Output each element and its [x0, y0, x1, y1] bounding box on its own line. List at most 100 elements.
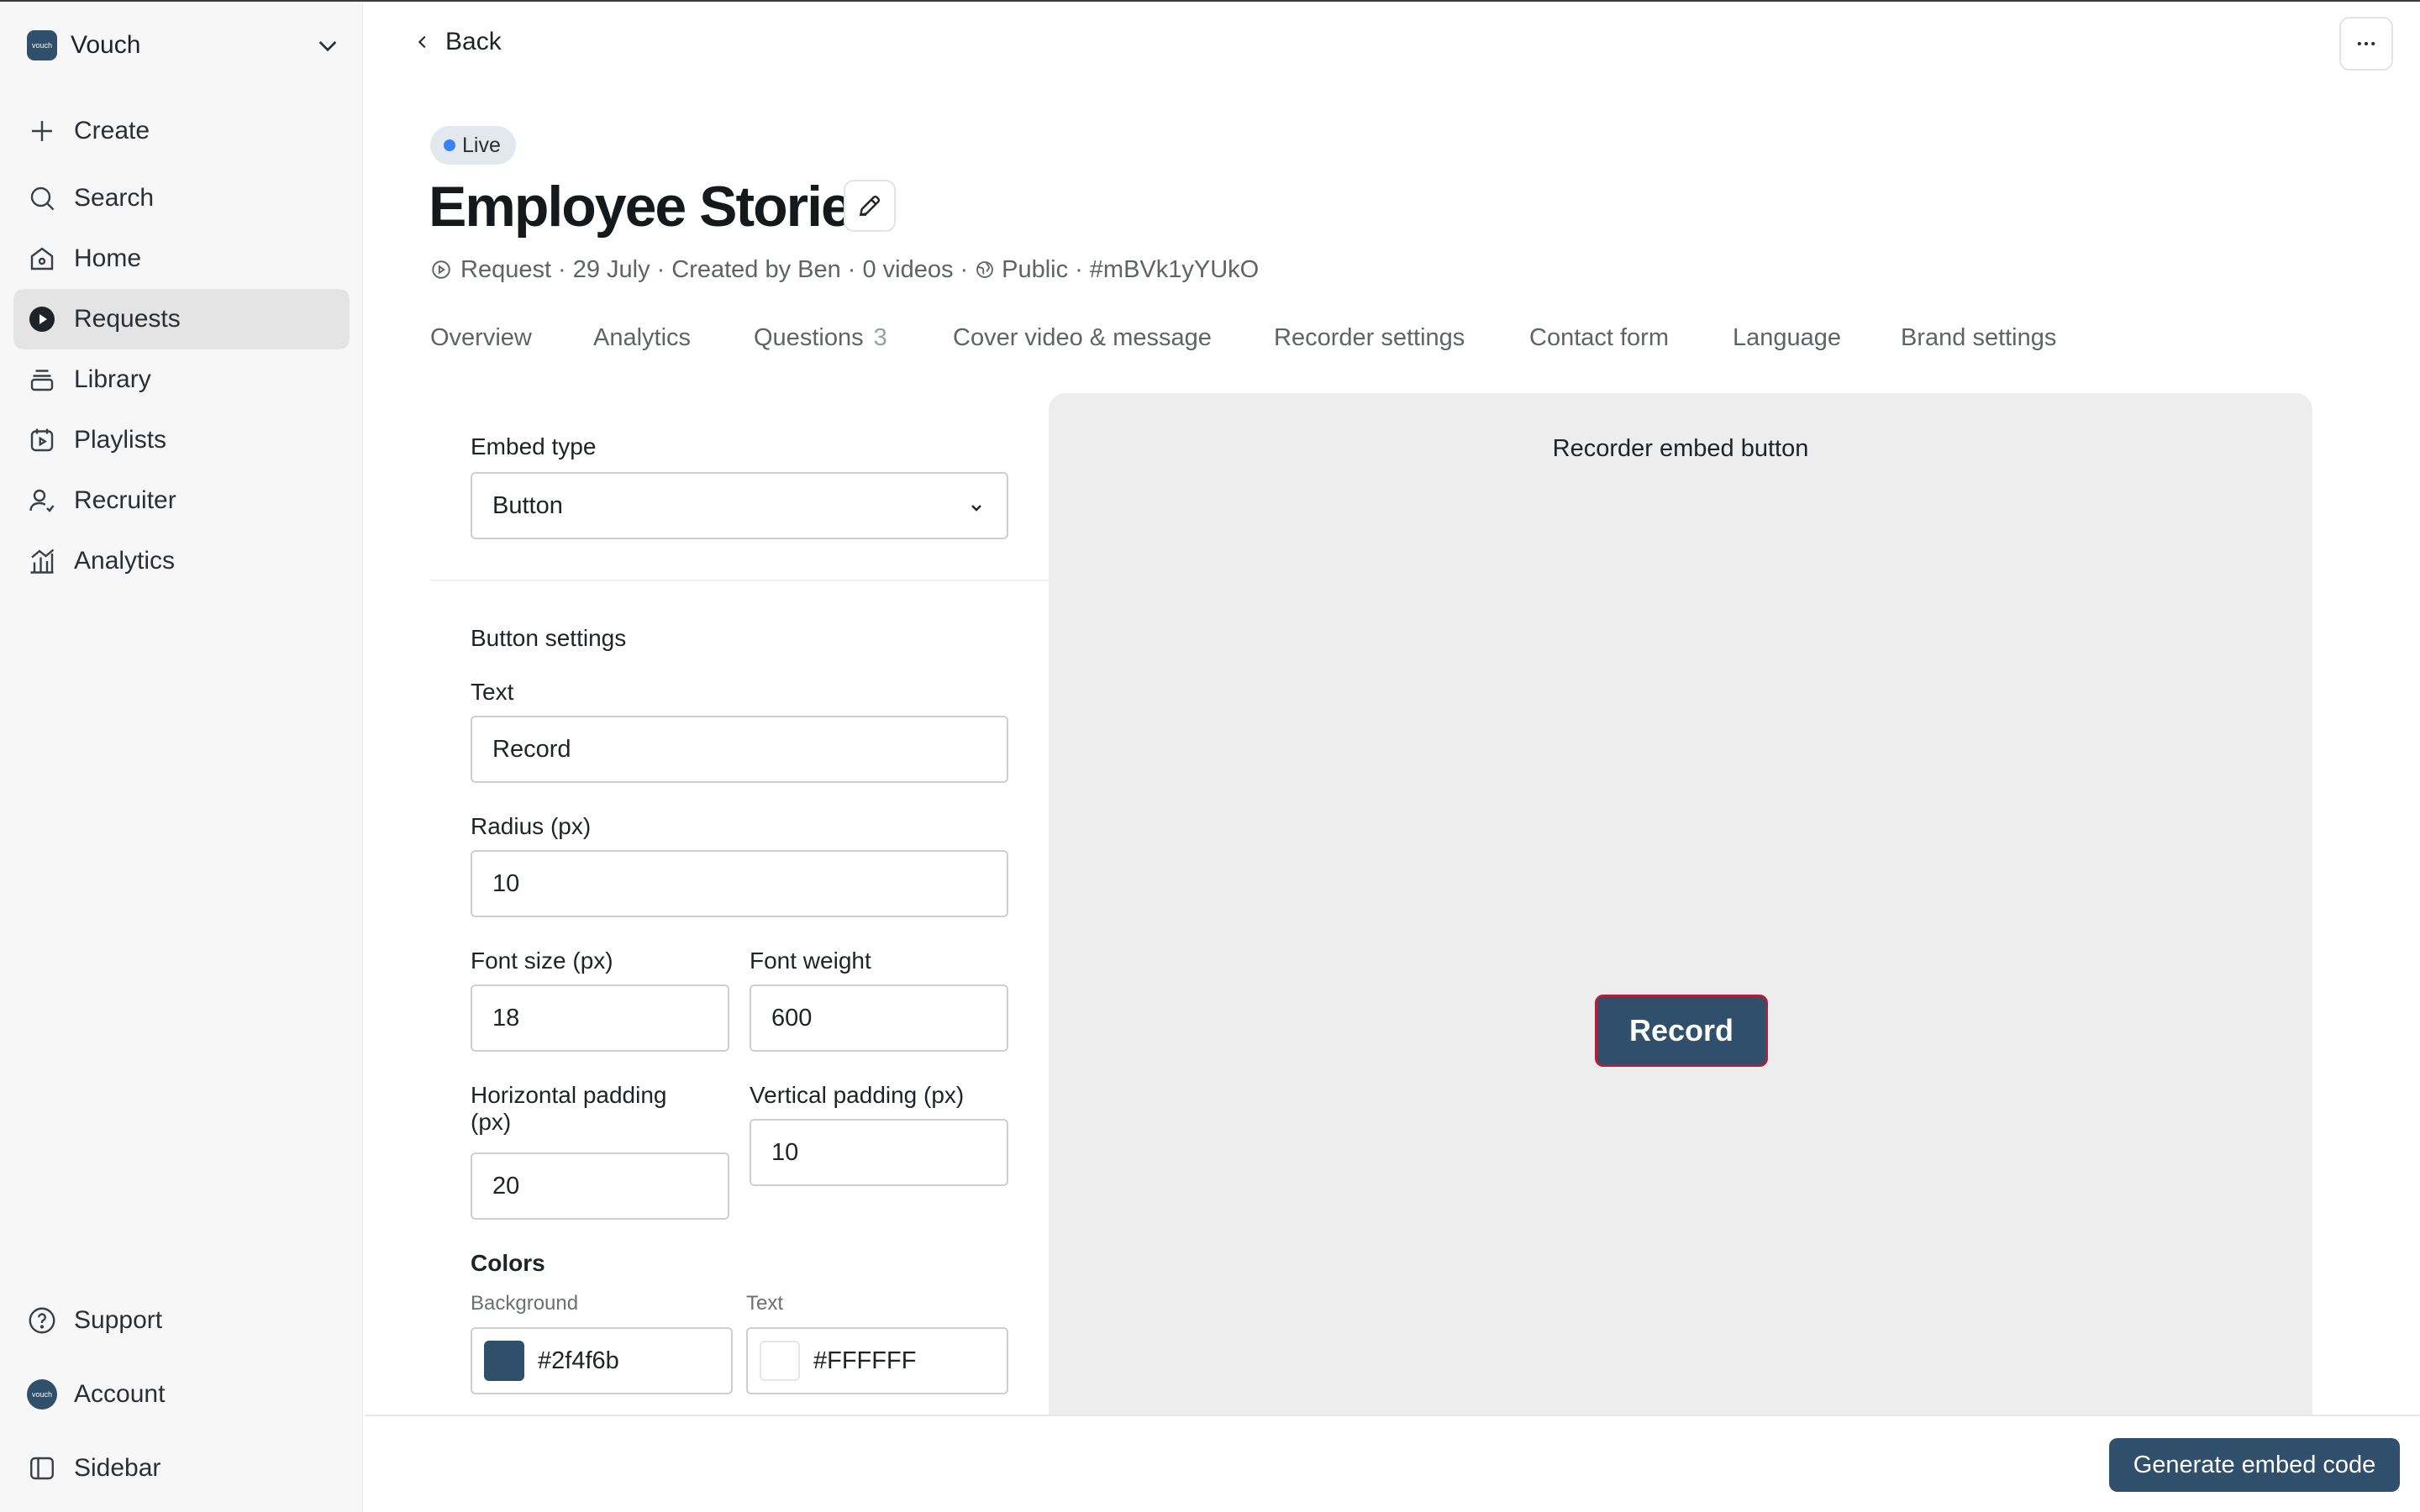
vertical-padding-input[interactable]: 10 — [750, 1119, 1008, 1186]
sidebar-item-label: Library — [74, 365, 151, 393]
sidebar-item-create[interactable]: Create — [13, 101, 350, 161]
font-weight-input[interactable]: 600 — [750, 984, 1008, 1052]
chevron-left-icon — [418, 35, 426, 49]
sidebar-item-label: Sidebar — [74, 1454, 161, 1482]
font-size-input[interactable]: 18 — [471, 984, 729, 1052]
vertical-padding-value: 10 — [771, 1138, 799, 1166]
request-meta: Request · 29 July · Created by Ben · 0 v… — [430, 252, 1259, 287]
meta-type: Request — [460, 255, 552, 283]
back-button[interactable]: Back — [413, 24, 502, 60]
meta-id: #mBVk1yYUkO — [1089, 255, 1260, 283]
preview-record-button[interactable]: Record — [1595, 995, 1768, 1067]
embed-type-value: Button — [492, 491, 563, 519]
background-color-swatch[interactable] — [484, 1341, 524, 1381]
text-label: Text — [471, 679, 514, 705]
workspace-switcher[interactable]: vouch Vouch — [27, 27, 341, 64]
more-horizontal-icon — [2357, 41, 2375, 46]
text-color-label: Text — [746, 1292, 784, 1315]
requests-icon — [29, 307, 55, 332]
sidebar-item-label: Requests — [74, 305, 181, 333]
tab-label: Questions — [754, 324, 864, 351]
radius-label: Radius (px) — [471, 813, 592, 839]
tab-cover-video[interactable]: Cover video & message — [953, 324, 1212, 352]
generate-embed-code-button[interactable]: Generate embed code — [2109, 1438, 2400, 1492]
sidebar-item-recruiter[interactable]: Recruiter — [13, 470, 350, 531]
background-color-input[interactable]: #2f4f6b — [471, 1327, 733, 1394]
globe-icon — [976, 261, 994, 278]
vertical-padding-label: Vertical padding (px) — [750, 1082, 965, 1108]
tab-recorder-settings[interactable]: Recorder settings — [1274, 324, 1465, 352]
sidebar-item-label: Playlists — [74, 426, 167, 454]
sidebar-item-sidebar-toggle[interactable]: Sidebar — [13, 1438, 350, 1499]
tab-language[interactable]: Language — [1733, 324, 1841, 352]
preview-title: Recorder embed button — [1552, 435, 1809, 462]
sidebar: vouch Vouch Create Search Home Requests … — [0, 2, 363, 1512]
window-top-border — [0, 0, 2420, 2]
help-icon — [29, 1307, 55, 1334]
text-color-swatch[interactable] — [760, 1341, 800, 1381]
live-dot-icon — [444, 139, 455, 151]
meta-date: 29 July — [572, 255, 650, 283]
meta-created-by: Created by Ben — [671, 255, 841, 283]
font-weight-label: Font weight — [750, 948, 871, 974]
button-text-value: Record — [492, 735, 571, 763]
tab-contact-form[interactable]: Contact form — [1529, 324, 1669, 352]
radius-value: 10 — [492, 869, 520, 897]
background-color-value: #2f4f6b — [538, 1347, 619, 1374]
sidebar-item-home[interactable]: Home — [13, 228, 350, 289]
sidebar-item-label: Account — [74, 1380, 166, 1408]
status-label: Live — [462, 133, 501, 157]
horizontal-padding-label-line2: (px) — [471, 1109, 512, 1135]
workspace-logo: vouch — [27, 30, 57, 60]
sidebar-item-analytics[interactable]: Analytics — [13, 531, 350, 591]
horizontal-padding-input[interactable]: 20 — [471, 1152, 729, 1220]
chevron-down-icon — [318, 41, 337, 52]
tab-overview[interactable]: Overview — [430, 324, 532, 352]
sidebar-item-label: Analytics — [74, 547, 176, 575]
colors-heading: Colors — [471, 1250, 545, 1276]
sidebar-item-requests[interactable]: Requests — [13, 289, 350, 349]
plus-icon — [32, 121, 52, 141]
playlists-icon — [30, 428, 54, 452]
meta-visibility: Public — [1002, 255, 1069, 283]
account-avatar: vouch — [27, 1379, 57, 1410]
more-options-button[interactable] — [2339, 17, 2393, 71]
text-color-input[interactable]: #FFFFFF — [746, 1327, 1008, 1394]
analytics-icon — [30, 549, 55, 574]
sidebar-item-label: Create — [74, 117, 150, 144]
sidebar-item-label: Home — [74, 244, 142, 272]
background-color-label: Background — [471, 1292, 579, 1315]
request-icon — [432, 260, 450, 279]
pencil-icon — [859, 195, 881, 217]
radius-input[interactable]: 10 — [471, 850, 1008, 917]
recruiter-icon — [29, 489, 55, 512]
font-weight-value: 600 — [771, 1004, 813, 1032]
embed-type-select[interactable]: Button — [471, 472, 1008, 539]
tab-count-badge: 3 — [873, 324, 887, 351]
tab-brand-settings[interactable]: Brand settings — [1901, 324, 2056, 352]
sidebar-item-label: Support — [74, 1306, 163, 1334]
home-icon — [30, 247, 54, 270]
section-divider — [430, 580, 1049, 581]
embed-preview-panel: Recorder embed button Record — [1049, 393, 2312, 1415]
button-text-input[interactable]: Record — [471, 716, 1008, 783]
workspace-name: Vouch — [71, 31, 141, 59]
search-icon — [30, 186, 55, 211]
chevron-down-icon — [971, 505, 981, 512]
horizontal-padding-label-line1: Horizontal padding — [471, 1082, 667, 1108]
sidebar-item-account[interactable]: vouch Account — [13, 1364, 350, 1425]
sidebar-item-library[interactable]: Library — [13, 349, 350, 410]
tab-analytics[interactable]: Analytics — [593, 324, 691, 352]
horizontal-padding-label: Horizontal padding (px) — [471, 1082, 667, 1136]
font-size-value: 18 — [492, 1004, 520, 1032]
sidebar-toggle-icon — [30, 1457, 54, 1480]
sidebar-item-support[interactable]: Support — [13, 1290, 350, 1351]
text-color-value: #FFFFFF — [813, 1347, 917, 1374]
button-settings-heading: Button settings — [471, 625, 627, 651]
back-label: Back — [445, 28, 502, 55]
meta-videos: 0 videos — [862, 255, 954, 283]
tab-questions[interactable]: Questions 3 — [754, 324, 887, 352]
sidebar-item-playlists[interactable]: Playlists — [13, 410, 350, 470]
edit-title-button[interactable] — [844, 180, 896, 232]
sidebar-item-search[interactable]: Search — [13, 168, 350, 228]
